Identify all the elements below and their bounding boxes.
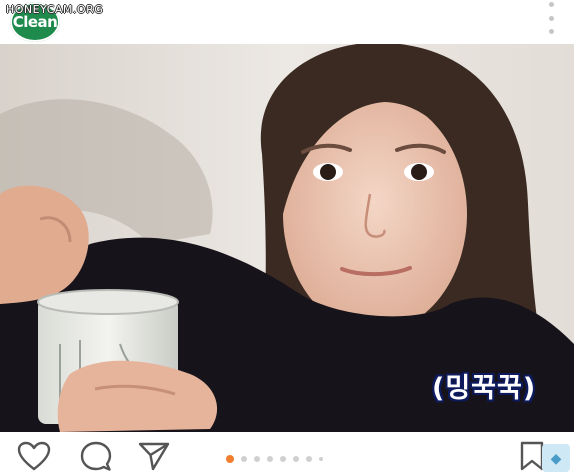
- carousel-dot: [226, 455, 234, 463]
- share-button[interactable]: [136, 440, 172, 472]
- comment-icon: [80, 441, 112, 471]
- carousel-dot: [267, 456, 273, 462]
- post-photo[interactable]: (밍꾹꾹): [0, 44, 574, 432]
- heart-icon: [17, 441, 51, 471]
- carousel-dot: [306, 456, 312, 462]
- like-button[interactable]: [16, 440, 52, 472]
- top-bar: Clean HONEYCAM.ORG: [0, 0, 574, 44]
- comment-button[interactable]: [78, 440, 114, 472]
- carousel-dot: [280, 456, 286, 462]
- app-badge-icon: ◆: [542, 444, 570, 472]
- send-icon: [138, 442, 170, 471]
- carousel-dot: [319, 457, 323, 461]
- carousel-indicator: [226, 455, 323, 463]
- action-bar: ◆: [0, 432, 574, 476]
- more-options-icon[interactable]: [546, 2, 556, 34]
- carousel-dot: [241, 456, 247, 462]
- carousel-dot: [293, 456, 299, 462]
- watermark-text: HONEYCAM.ORG: [6, 3, 104, 16]
- caption-text: (밍꾹꾹): [432, 373, 537, 404]
- bookmark-icon: [520, 441, 544, 471]
- carousel-dot: [254, 456, 260, 462]
